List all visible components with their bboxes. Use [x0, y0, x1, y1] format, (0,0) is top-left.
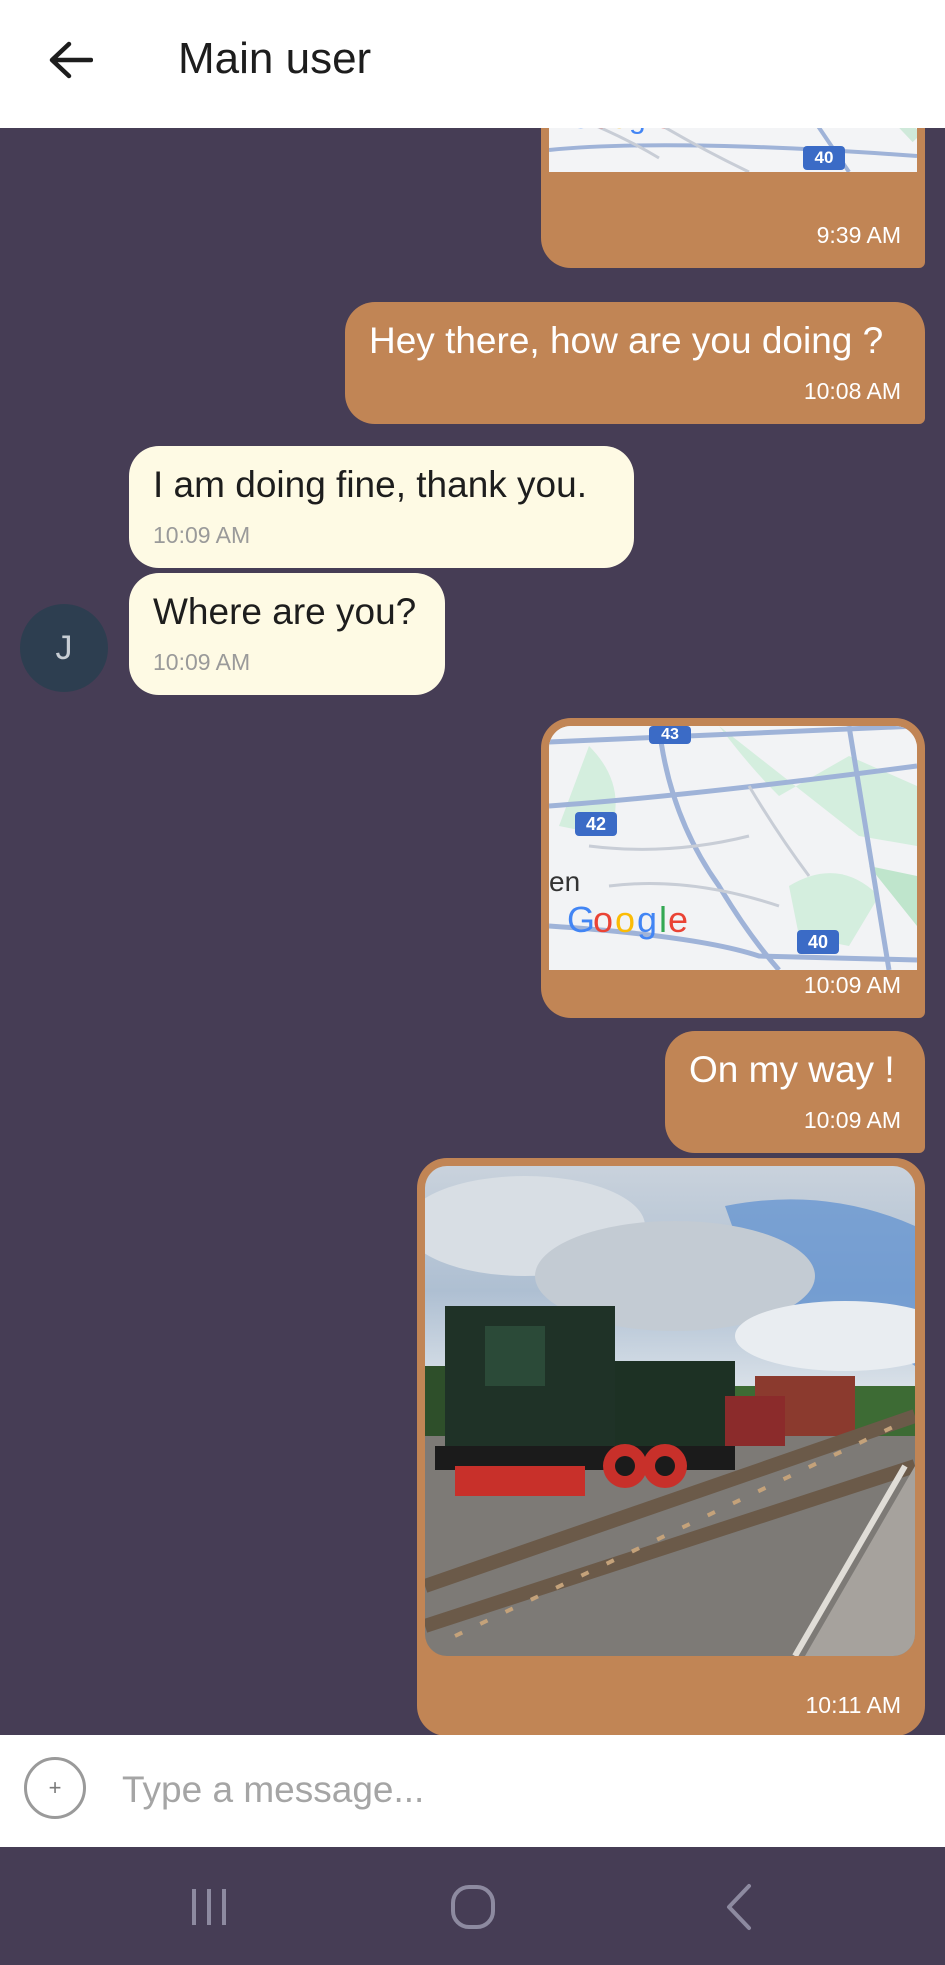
- message-text-bubble[interactable]: Hey there, how are you doing ? 10:08 AM: [345, 302, 925, 424]
- svg-text:l: l: [659, 899, 667, 940]
- message-time: 9:39 AM: [816, 222, 901, 248]
- chat-screen: Main user G o o g l e: [0, 0, 945, 1965]
- message-image-bubble[interactable]: 10:11 AM: [417, 1158, 925, 1735]
- back-nav-button[interactable]: [704, 1877, 774, 1937]
- svg-text:g: g: [637, 899, 657, 940]
- message-time: 10:08 AM: [803, 378, 901, 404]
- svg-text:l: l: [647, 128, 654, 135]
- home-button[interactable]: [438, 1877, 508, 1937]
- svg-text:g: g: [629, 128, 646, 135]
- message-text: Where are you?: [153, 591, 417, 632]
- message-text-bubble[interactable]: Where are you? 10:09 AM: [129, 573, 445, 695]
- message-time: 10:09 AM: [153, 522, 251, 548]
- message-list[interactable]: G o o g l e 40 9:39 AM Hey there, how ar…: [0, 128, 945, 1735]
- attach-button[interactable]: +: [24, 1757, 86, 1819]
- avatar-initial: J: [55, 628, 73, 667]
- map-graphic: G o o g l e: [549, 726, 917, 970]
- message-location-bubble[interactable]: G o o g l e 40 9:39 AM: [541, 128, 925, 268]
- message-text: Hey there, how are you doing ?: [369, 320, 884, 361]
- message-location-bubble[interactable]: G o o g l e 43 42 40 en 10:09 AM: [541, 718, 925, 1018]
- svg-text:o: o: [615, 899, 635, 940]
- svg-text:o: o: [611, 128, 628, 135]
- plus-circle-icon: +: [48, 1775, 62, 1800]
- route-badge: 40: [807, 932, 829, 952]
- route-badge: 43: [661, 726, 679, 743]
- home-icon: [451, 1885, 495, 1929]
- recent-apps-button[interactable]: [174, 1877, 244, 1937]
- arrow-left-icon: [49, 41, 93, 79]
- map-place-label: en: [549, 866, 581, 897]
- svg-text:o: o: [593, 128, 610, 135]
- map-graphic: G o o g l e: [549, 128, 917, 172]
- message-text-bubble[interactable]: I am doing fine, thank you. 10:09 AM: [129, 446, 634, 568]
- app-header: Main user: [0, 0, 945, 128]
- message-text: On my way !: [689, 1049, 895, 1090]
- system-navigation-bar: [0, 1847, 945, 1965]
- avatar[interactable]: J: [20, 604, 108, 692]
- recent-apps-icon: [192, 1889, 226, 1925]
- svg-text:e: e: [655, 128, 672, 135]
- route-badge: 42: [585, 814, 607, 834]
- message-time: 10:09 AM: [803, 1107, 901, 1133]
- train-photo: [425, 1166, 915, 1656]
- message-time: 10:09 AM: [803, 972, 901, 998]
- route-badge: 40: [814, 148, 834, 167]
- message-text-bubble[interactable]: On my way ! 10:09 AM: [665, 1031, 925, 1153]
- svg-text:o: o: [593, 899, 613, 940]
- svg-text:e: e: [668, 899, 688, 940]
- svg-text:G: G: [569, 128, 592, 135]
- svg-text:G: G: [567, 899, 595, 940]
- back-button[interactable]: [40, 30, 100, 90]
- message-time: 10:11 AM: [805, 1692, 901, 1718]
- message-text: I am doing fine, thank you.: [153, 464, 587, 505]
- map-preview[interactable]: G o o g l e 43 42 40 en: [549, 726, 917, 970]
- message-composer: +: [0, 1735, 945, 1847]
- photo-preview[interactable]: [425, 1166, 915, 1656]
- map-preview[interactable]: G o o g l e 40: [549, 128, 917, 172]
- chat-title: Main user: [178, 34, 372, 83]
- back-icon: [727, 1884, 751, 1930]
- message-time: 10:09 AM: [153, 649, 251, 675]
- message-input[interactable]: [120, 1759, 904, 1821]
